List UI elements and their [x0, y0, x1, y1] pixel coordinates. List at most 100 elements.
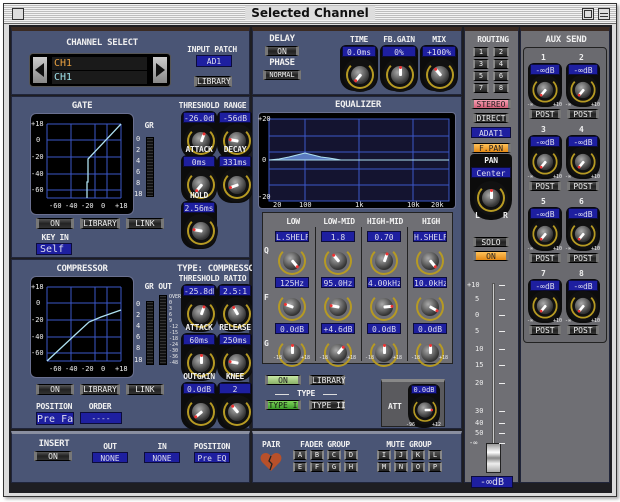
comp-knob-threshold-display[interactable]: -25.8dB	[183, 285, 215, 296]
fader-group-button-g[interactable]: G	[327, 462, 341, 472]
aux-post-button-3[interactable]: POST	[529, 181, 561, 191]
delay-knob-mix-display[interactable]: +100%	[422, 46, 456, 57]
phase-button[interactable]: NORMAL	[263, 70, 301, 80]
eq-q-display[interactable]: 0.70	[367, 231, 401, 242]
insert-out-display[interactable]: NONE	[92, 452, 128, 463]
eq-g-knob[interactable]	[321, 336, 355, 370]
comp-knob-ratio-display[interactable]: 2.5:1	[219, 285, 251, 296]
eq-g-knob[interactable]	[367, 336, 401, 370]
solo-button[interactable]: SOLO	[473, 237, 509, 247]
bus-button-3[interactable]: 3	[473, 59, 489, 69]
fader-group-button-f[interactable]: F	[310, 462, 324, 472]
aux-post-button-5[interactable]: POST	[529, 253, 561, 263]
fader-group-button-a[interactable]: A	[293, 450, 307, 460]
eq-q-knob[interactable]	[413, 244, 447, 278]
eq-f-display[interactable]: 10.0kHz	[413, 277, 447, 288]
aux-post-button-6[interactable]: POST	[567, 253, 599, 263]
fader-group-button-e[interactable]: E	[293, 462, 307, 472]
aux-post-button-4[interactable]: POST	[567, 181, 599, 191]
mute-group-button-i[interactable]: I	[377, 450, 391, 460]
channel-on-button[interactable]: ON	[473, 251, 509, 261]
aux-send-display-3[interactable]: -∞dB	[530, 136, 560, 147]
pan-value-display[interactable]: Center	[471, 167, 511, 178]
fader-handle[interactable]	[486, 443, 501, 473]
aux-send-display-4[interactable]: -∞dB	[568, 136, 598, 147]
eq-g-display[interactable]: +4.6dB	[321, 323, 355, 334]
delay-knob-time[interactable]	[343, 58, 377, 92]
eq-q-display[interactable]: 1.8	[321, 231, 355, 242]
eq-q-display[interactable]: L.SHELF	[275, 231, 309, 242]
delay-on-button[interactable]: ON	[265, 46, 299, 56]
eq-f-knob[interactable]	[367, 290, 401, 324]
eq-g-display[interactable]: 0.0dB	[413, 323, 447, 334]
eq-f-display[interactable]: 4.00kHz	[367, 277, 401, 288]
aux-post-button-7[interactable]: POST	[529, 325, 561, 335]
eq-f-display[interactable]: 125Hz	[275, 277, 309, 288]
eq-q-display[interactable]: H.SHELF	[413, 231, 447, 242]
broken-heart-icon[interactable]	[260, 452, 282, 472]
gate-knob-threshold-display[interactable]: -26.0dB	[183, 112, 215, 123]
eq-f-knob[interactable]	[275, 290, 309, 324]
pan-knob[interactable]	[474, 181, 508, 215]
bus-button-5[interactable]: 5	[473, 71, 489, 81]
prev-channel-button[interactable]	[33, 57, 47, 83]
collapse-box-icon[interactable]	[598, 8, 610, 20]
bus-button-1[interactable]: 1	[473, 47, 489, 57]
eq-type2-button[interactable]: TYPE II	[309, 400, 346, 410]
aux-post-button-1[interactable]: POST	[529, 109, 561, 119]
mute-group-button-p[interactable]: P	[428, 462, 442, 472]
bus-button-6[interactable]: 6	[493, 71, 509, 81]
comp-link-button[interactable]: LINK	[126, 384, 164, 395]
comp-knob-attack-display[interactable]: 60ms	[183, 334, 215, 345]
aux-send-display-6[interactable]: -∞dB	[568, 208, 598, 219]
comp-on-button[interactable]: ON	[36, 384, 74, 395]
aux-send-knob-3[interactable]	[529, 146, 561, 178]
gate-knob-attack-display[interactable]: 0ms	[183, 156, 215, 167]
eq-g-knob[interactable]	[275, 336, 309, 370]
direct-out-display[interactable]: ADAT1	[471, 127, 511, 138]
aux-send-knob-1[interactable]	[529, 74, 561, 106]
mute-group-button-o[interactable]: O	[411, 462, 425, 472]
next-channel-button[interactable]	[153, 57, 167, 83]
fader-group-button-c[interactable]: C	[327, 450, 341, 460]
direct-button[interactable]: DIRECT	[473, 113, 509, 123]
aux-send-display-1[interactable]: -∞dB	[530, 64, 560, 75]
mute-group-button-l[interactable]: L	[428, 450, 442, 460]
aux-send-knob-8[interactable]	[567, 290, 599, 322]
gate-knob-decay-display[interactable]: 331ms	[219, 156, 251, 167]
mute-group-button-m[interactable]: M	[377, 462, 391, 472]
comp-knob-knee-display[interactable]: 2	[219, 383, 251, 394]
comp-knob-release-display[interactable]: 250ms	[219, 334, 251, 345]
comp-order-display[interactable]: ----	[80, 412, 122, 424]
bus-button-8[interactable]: 8	[493, 83, 509, 93]
comp-library-button[interactable]: LIBRARY	[80, 384, 120, 395]
att-knob[interactable]	[410, 395, 440, 425]
gate-knob-hold-display[interactable]: 2.56ms	[183, 202, 215, 213]
gate-on-button[interactable]: ON	[36, 218, 74, 229]
gate-knob-decay[interactable]	[220, 168, 254, 202]
aux-send-display-8[interactable]: -∞dB	[568, 280, 598, 291]
fader-value-display[interactable]: -∞dB	[471, 476, 513, 488]
insert-in-display[interactable]: NONE	[144, 452, 180, 463]
bus-button-7[interactable]: 7	[473, 83, 489, 93]
comp-position-display[interactable]: Pre Fad	[36, 412, 74, 425]
delay-knob-fbgain-display[interactable]: 0%	[382, 46, 416, 57]
aux-post-button-8[interactable]: POST	[567, 325, 599, 335]
eq-g-display[interactable]: 0.0dB	[367, 323, 401, 334]
aux-send-knob-7[interactable]	[529, 290, 561, 322]
delay-knob-time-display[interactable]: 0.0ms	[342, 46, 376, 57]
aux-send-display-7[interactable]: -∞dB	[530, 280, 560, 291]
eq-f-knob[interactable]	[321, 290, 355, 324]
aux-send-display-2[interactable]: -∞dB	[568, 64, 598, 75]
fader-group-button-d[interactable]: D	[344, 450, 358, 460]
aux-send-display-5[interactable]: -∞dB	[530, 208, 560, 219]
eq-f-knob[interactable]	[413, 290, 447, 324]
bus-button-4[interactable]: 4	[493, 59, 509, 69]
aux-send-knob-6[interactable]	[567, 218, 599, 250]
aux-send-knob-4[interactable]	[567, 146, 599, 178]
key-in-display[interactable]: Self	[36, 243, 72, 255]
eq-on-button[interactable]: ON	[265, 375, 301, 385]
input-patch-library-button[interactable]: LIBRARY	[194, 76, 232, 87]
fader-group-button-h[interactable]: H	[344, 462, 358, 472]
aux-send-knob-2[interactable]	[567, 74, 599, 106]
